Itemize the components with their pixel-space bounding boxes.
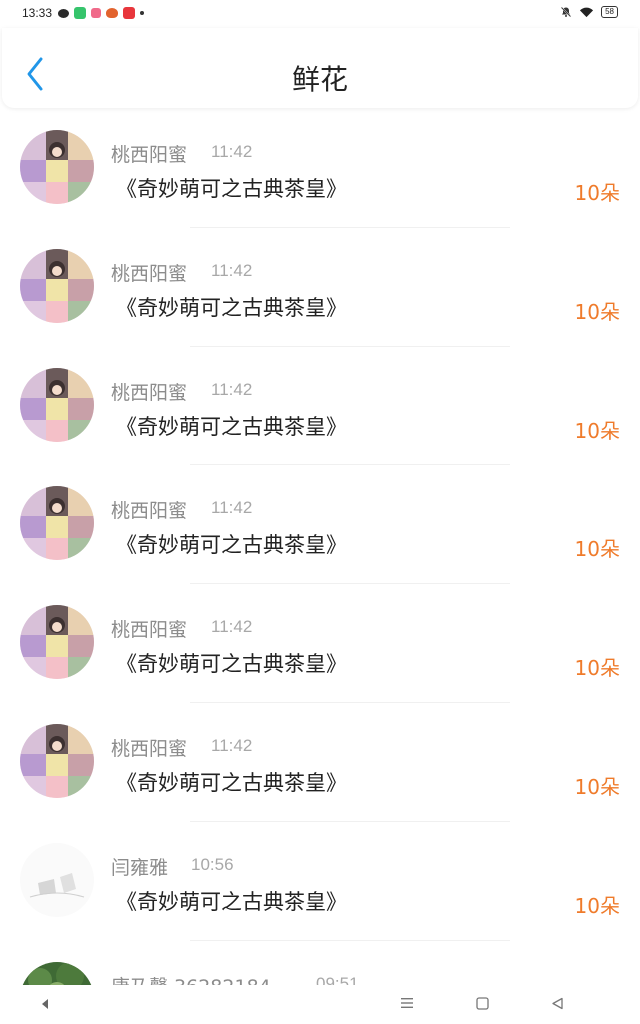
avatar[interactable]: [20, 367, 94, 442]
list-item[interactable]: 桃西阳蜜 11:42 《奇妙萌可之古典茶皇》 10朵: [0, 347, 640, 466]
flower-count: 10朵: [574, 893, 620, 918]
anime-avatar-image: [20, 605, 94, 680]
sender-name: 桃西阳蜜: [111, 262, 188, 285]
menu-icon[interactable]: [400, 997, 414, 1009]
page-title: 鲜花: [291, 63, 348, 96]
send-time: 10:56: [191, 854, 234, 874]
back-triangle-icon[interactable]: [551, 997, 564, 1010]
gift-title: 《奇妙萌可之古典茶皇》: [116, 177, 347, 201]
nature-avatar-image: [20, 961, 94, 985]
gift-title: 《奇妙萌可之古典茶皇》: [116, 414, 347, 439]
flower-count: 10朵: [574, 181, 620, 205]
notification-icons: [58, 7, 144, 19]
gift-title: 《奇妙萌可之古典茶皇》: [116, 770, 347, 795]
status-time: 13:33: [22, 6, 53, 20]
list-item[interactable]: 桃西阳蜜 11:42 《奇妙萌可之古典茶皇》 10朵: [0, 109, 640, 228]
list-item[interactable]: 桃西阳蜜 11:42 《奇妙萌可之古典茶皇》 10朵: [0, 228, 640, 347]
status-right: 58: [560, 6, 618, 18]
sender-name: 桃西阳蜜: [111, 619, 188, 642]
anime-avatar-image: [20, 130, 94, 204]
send-time: 11:42: [211, 142, 253, 161]
avatar[interactable]: [20, 723, 94, 798]
bell-off-icon: [561, 6, 572, 18]
avatar[interactable]: [20, 605, 94, 680]
send-time: 11:42: [211, 498, 253, 518]
dot-icon: [140, 11, 144, 15]
flower-record-list: 桃西阳蜜 11:42 《奇妙萌可之古典茶皇》 10朵 桃西阳蜜 11:42 《奇…: [0, 109, 640, 985]
flower-count: 10朵: [574, 418, 620, 443]
avatar[interactable]: [20, 130, 94, 204]
send-time: 11:42: [211, 379, 253, 399]
gift-title: 《奇妙萌可之古典茶皇》: [116, 295, 347, 320]
wechat-icon: [58, 8, 69, 18]
system-nav-bar: [0, 985, 640, 1024]
avatar[interactable]: [20, 248, 94, 323]
home-square-icon[interactable]: [476, 997, 489, 1010]
flower-count: 10朵: [574, 537, 620, 562]
list-item[interactable]: 桃西阳蜜 11:42 《奇妙萌可之古典茶皇》 10朵: [0, 584, 640, 703]
anime-avatar-image: [20, 367, 94, 442]
send-time: 11:42: [211, 617, 253, 637]
sender-name: 桃西阳蜜: [111, 381, 188, 404]
green-app-icon: [74, 7, 86, 19]
status-bar: 13:33 58: [0, 0, 640, 28]
flower-count: 10朵: [574, 774, 620, 799]
avatar[interactable]: [20, 486, 94, 561]
back-arrow-icon[interactable]: [40, 998, 50, 1010]
sender-name: 桃西阳蜜: [111, 500, 188, 523]
flower-count: 10朵: [574, 299, 620, 324]
wifi-icon: [580, 7, 594, 18]
header-bar: 鲜花: [2, 28, 638, 108]
avatar[interactable]: [20, 961, 94, 985]
red-app-icon: [123, 7, 135, 19]
list-item[interactable]: 唐乃馨 36282184 09:51: [0, 941, 640, 985]
anime-avatar-image: [20, 486, 94, 561]
sender-name: 闫雍雅: [111, 856, 169, 879]
list-item[interactable]: 桃西阳蜜 11:42 《奇妙萌可之古典茶皇》 10朵: [0, 465, 640, 585]
sender-name: 桃西阳蜜: [111, 737, 188, 760]
pink-app-icon: [91, 8, 101, 18]
sender-name: 唐乃馨 36282184: [111, 972, 271, 985]
anime-avatar-image: [20, 248, 94, 323]
sketch-avatar-image: [20, 842, 94, 917]
list-item[interactable]: 桃西阳蜜 11:42 《奇妙萌可之古典茶皇》 10朵: [0, 703, 640, 822]
send-time: 11:42: [211, 260, 253, 280]
anime-avatar-image: [20, 723, 94, 798]
battery-icon: 58: [601, 6, 618, 18]
sender-name: 桃西阳蜜: [111, 144, 188, 166]
orange-app-icon: [106, 8, 118, 18]
list-item[interactable]: 闫雍雅 10:56 《奇妙萌可之古典茶皇》 10朵: [0, 822, 640, 941]
gift-title: 《奇妙萌可之古典茶皇》: [116, 889, 347, 914]
send-time: 11:42: [211, 735, 253, 755]
send-time: 09:51: [316, 973, 359, 985]
flower-count: 10朵: [574, 656, 620, 681]
avatar[interactable]: [20, 842, 94, 917]
gift-title: 《奇妙萌可之古典茶皇》: [116, 533, 347, 558]
gift-title: 《奇妙萌可之古典茶皇》: [116, 652, 347, 677]
